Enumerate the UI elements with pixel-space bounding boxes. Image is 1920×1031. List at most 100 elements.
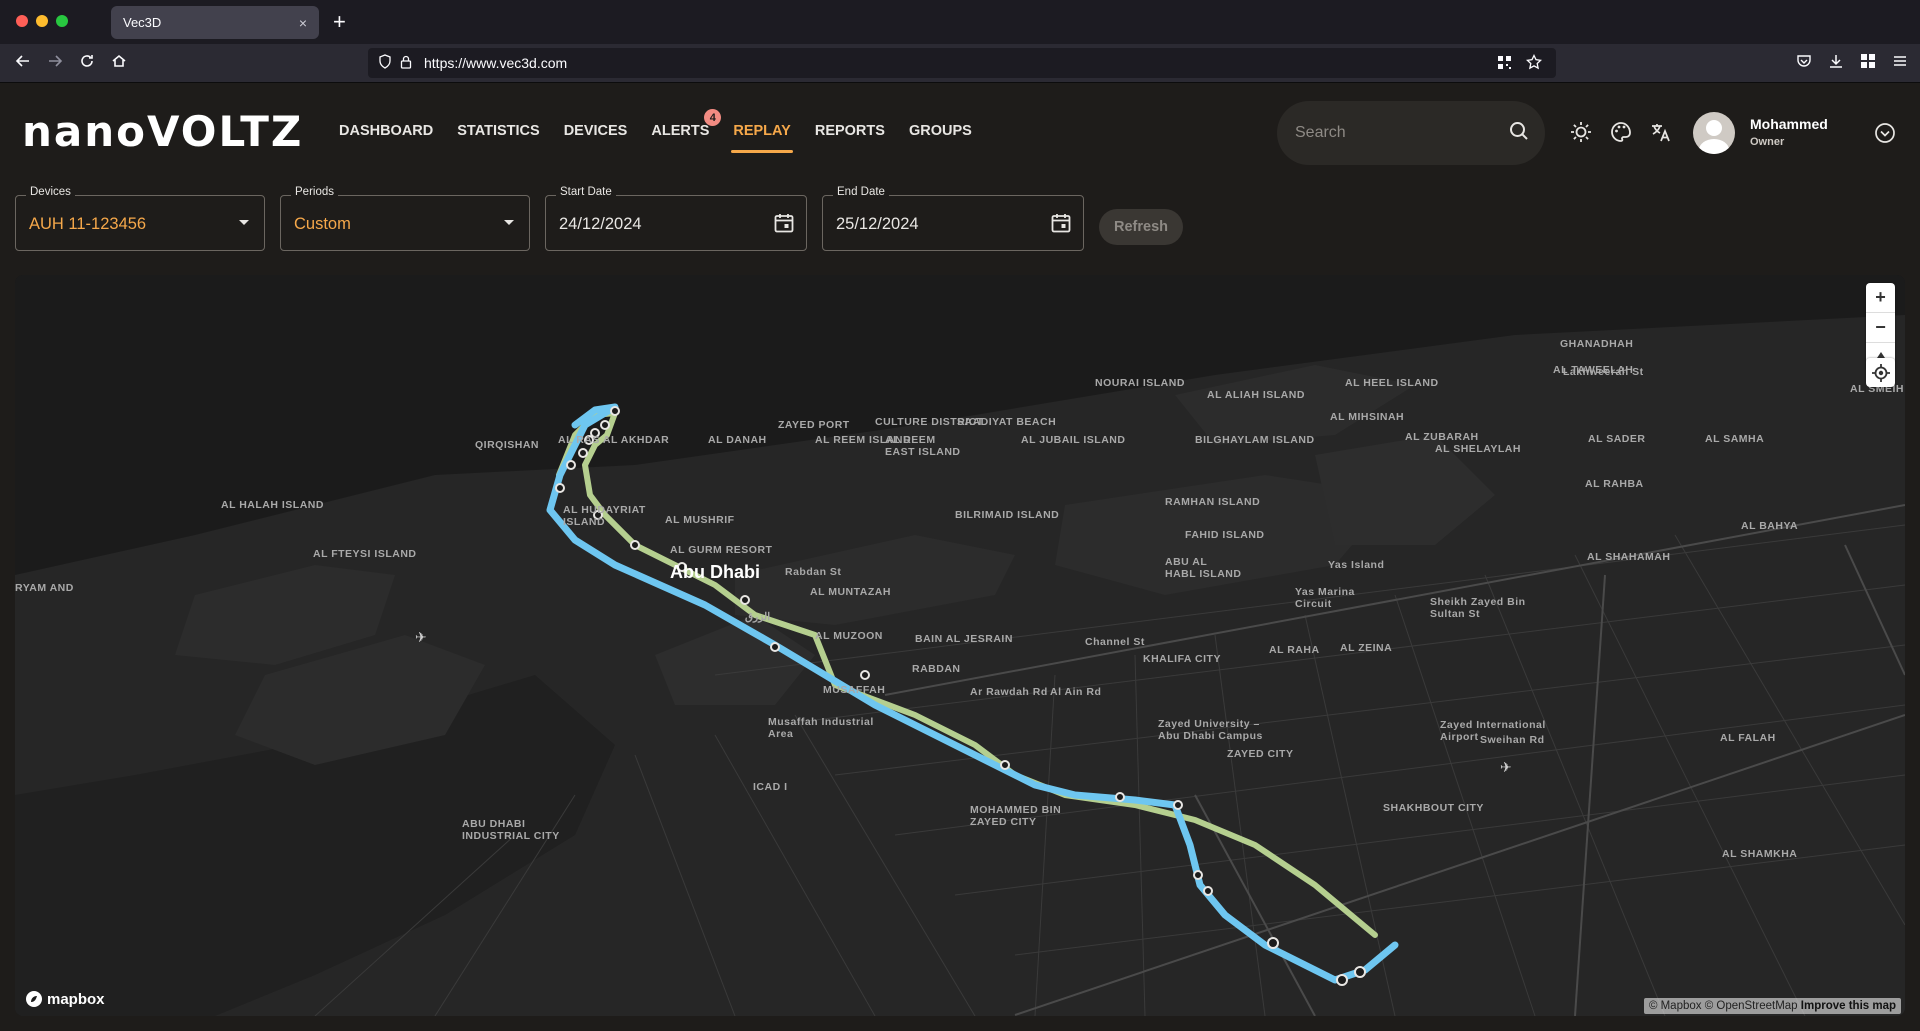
map-canvas[interactable]: ✈ ✈ Abu Dhabi ZAYED PORT CULTURE DISTRICT… <box>15 275 1905 1016</box>
browser-tabbar: Vec3D × + <box>0 0 1920 44</box>
search-box[interactable] <box>1277 101 1545 165</box>
logo[interactable]: nanoVOLTZ <box>22 107 303 156</box>
map-place-label: AL MIHSINAH <box>1330 411 1404 423</box>
map-place-label: AL MUSHRIF <box>665 514 735 526</box>
map-place-label: Yas Island <box>1328 559 1384 571</box>
map-place-label: AL RAS AL AKHDAR <box>558 434 669 446</box>
sun-icon[interactable] <box>1570 121 1592 148</box>
map-place-label: Ar Rawdah Rd <box>970 686 1048 698</box>
refresh-button[interactable]: Refresh <box>1099 209 1183 245</box>
map-place-label: AL SHAMKHA <box>1722 848 1797 860</box>
periods-select[interactable]: Periods Custom <box>280 186 530 251</box>
nav-alerts[interactable]: ALERTS 4 <box>651 109 722 153</box>
dropdown-arrow-icon <box>504 220 514 225</box>
city-label: Abu Dhabi <box>670 562 760 582</box>
maximize-window-button[interactable] <box>56 15 68 27</box>
pocket-icon[interactable] <box>1796 53 1812 74</box>
replay-map[interactable]: ✈ ✈ Abu Dhabi ZAYED PORT CULTURE DISTRICT… <box>15 275 1905 1016</box>
user-role: Owner <box>1750 136 1785 148</box>
app-header: nanoVOLTZ DASHBOARD STATISTICS DEVICES A… <box>0 83 1920 183</box>
search-icon[interactable] <box>1509 121 1529 146</box>
map-place-label: NOURAI ISLAND <box>1095 377 1185 389</box>
new-tab-button[interactable]: + <box>333 9 346 35</box>
tab-title: Vec3D <box>123 15 162 30</box>
map-place-label: BILRIMAID ISLAND <box>955 509 1059 521</box>
map-place-label: AL ALIAH ISLAND <box>1207 389 1305 401</box>
translate-icon[interactable] <box>1650 121 1672 148</box>
address-bar[interactable]: https://www.vec3d.com <box>368 48 1556 78</box>
map-place-label: AL MUZOON <box>815 630 883 642</box>
avatar[interactable] <box>1693 112 1735 154</box>
reload-icon[interactable] <box>79 53 95 74</box>
back-icon[interactable] <box>15 53 31 74</box>
nav-dashboard[interactable]: DASHBOARD <box>339 123 433 153</box>
map-place-label: RAMHAN ISLAND <box>1165 496 1260 508</box>
map-place-label: AL SAMHA <box>1705 433 1764 445</box>
map-place-label: AL HALAH ISLAND <box>221 499 324 511</box>
calendar-icon[interactable] <box>773 212 795 239</box>
palette-icon[interactable] <box>1610 121 1632 148</box>
forward-icon[interactable] <box>47 53 63 74</box>
locate-button[interactable] <box>1866 358 1895 387</box>
map-place-label: AL MUNTAZAH <box>810 586 891 598</box>
browser-tab[interactable]: Vec3D × <box>111 6 319 39</box>
map-place-label: AL SADER <box>1588 433 1645 445</box>
map-place-label: AL FALAH <box>1720 732 1776 744</box>
lock-icon[interactable] <box>400 55 412 72</box>
chevron-down-icon[interactable] <box>1874 122 1896 149</box>
download-icon[interactable] <box>1828 53 1844 74</box>
zoom-in-button[interactable]: + <box>1866 283 1895 313</box>
map-place-label: FAHID ISLAND <box>1185 529 1265 541</box>
home-icon[interactable] <box>111 53 127 74</box>
periods-value: Custom <box>294 215 351 233</box>
mapbox-wordmark: mapbox <box>47 990 105 1008</box>
map-place-label: RYAM AND <box>15 582 74 594</box>
map-place-label: SHAKHBOUT CITY <box>1383 802 1484 814</box>
window-controls <box>16 15 68 27</box>
map-place-label: Zayed University – Abu Dhabi Campus <box>1158 718 1263 742</box>
attribution-text[interactable]: © Mapbox © OpenStreetMap <box>1649 1000 1798 1012</box>
nav-statistics[interactable]: STATISTICS <box>457 123 539 153</box>
map-place-label: QIRQISHAN <box>475 439 539 451</box>
map-place-label: MUSAFFAH <box>823 684 885 696</box>
calendar-icon[interactable] <box>1050 212 1072 239</box>
map-place-label: الزرق <box>745 611 770 623</box>
airport-icon: ✈ <box>415 629 427 645</box>
start-date-value: 24/12/2024 <box>559 215 642 233</box>
devices-select[interactable]: Devices AUH 11-123456 <box>15 186 265 251</box>
close-window-button[interactable] <box>16 15 28 27</box>
end-date-field[interactable]: End Date 25/12/2024 <box>822 186 1084 251</box>
tab-close-icon[interactable]: × <box>299 15 307 31</box>
map-place-label: AL GURM RESORT <box>670 544 773 556</box>
bookmark-star-icon[interactable] <box>1525 53 1543 73</box>
url-text: https://www.vec3d.com <box>424 55 568 71</box>
map-place-label: AL HEEL ISLAND <box>1345 377 1439 389</box>
improve-map-link[interactable]: Improve this map <box>1801 1000 1896 1012</box>
map-place-label: ZAYED CITY <box>1227 748 1293 760</box>
map-place-label: AL ZUBARAH <box>1405 431 1479 443</box>
geolocate-control <box>1866 358 1895 387</box>
alerts-count-badge: 4 <box>704 109 722 126</box>
airport-icon: ✈ <box>1500 759 1512 775</box>
nav-reports[interactable]: REPORTS <box>815 123 885 153</box>
user-name[interactable]: Mohammed <box>1750 116 1828 132</box>
mapbox-logo[interactable]: mapbox <box>25 990 105 1008</box>
zoom-out-button[interactable]: − <box>1866 313 1895 343</box>
mapbox-icon <box>26 991 42 1007</box>
map-place-label: GHANADHAH <box>1560 338 1633 350</box>
shield-icon[interactable] <box>378 54 392 72</box>
start-date-field[interactable]: Start Date 24/12/2024 <box>545 186 807 251</box>
extensions-icon[interactable] <box>1860 53 1876 74</box>
qr-code-icon[interactable] <box>1497 55 1512 73</box>
nav-devices[interactable]: DEVICES <box>564 123 628 153</box>
nav-alerts-label: ALERTS <box>651 123 710 139</box>
nav-replay[interactable]: REPLAY <box>731 123 794 153</box>
search-input[interactable] <box>1293 123 1497 143</box>
map-place-label: Rabdan St <box>785 566 841 578</box>
map-place-label: AL RAHBA <box>1585 478 1644 490</box>
map-place-label: RABDAN <box>912 663 961 675</box>
minimize-window-button[interactable] <box>36 15 48 27</box>
map-place-label: AL RAHA <box>1269 644 1320 656</box>
nav-groups[interactable]: GROUPS <box>909 123 972 153</box>
hamburger-menu-icon[interactable] <box>1892 53 1908 74</box>
